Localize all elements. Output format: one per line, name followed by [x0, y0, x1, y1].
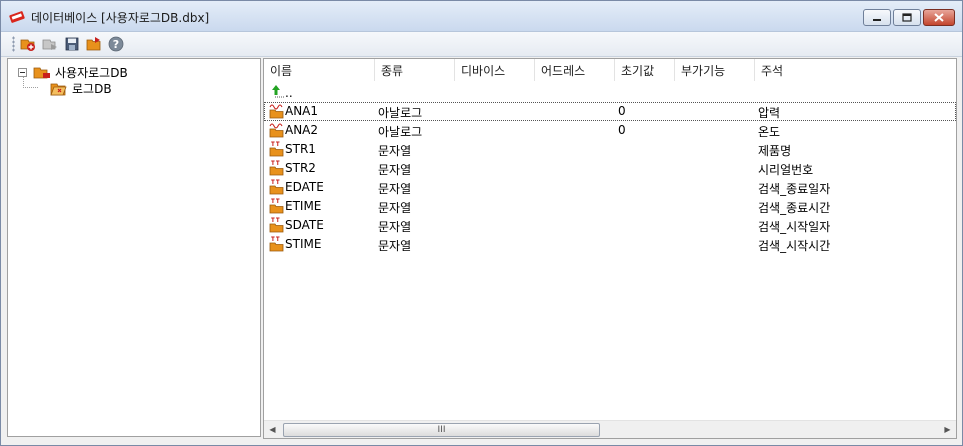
tag-name-cell: ETIME — [285, 199, 322, 213]
tag-comment-cell: 검색_종료시간 — [758, 201, 831, 215]
table-row[interactable]: EDATE 문자열 검색_종료일자 — [264, 178, 956, 197]
maximize-icon — [902, 13, 912, 22]
tag-comment-cell: 온도 — [758, 125, 781, 139]
add-icon — [20, 39, 35, 51]
database-window: 데이터베이스 [사용자로그DB.dbx] ? 사용자로그DB 로그DB 이름 종… — [0, 0, 963, 446]
scroll-thumb[interactable]: III — [283, 423, 600, 437]
minimize-button[interactable] — [863, 9, 891, 26]
tag-initial-value-cell: 0 — [618, 123, 626, 137]
help-button[interactable]: ? — [107, 35, 125, 53]
log-db-folder-icon — [50, 83, 67, 95]
tag-type-cell: 아날로그 — [378, 106, 423, 120]
database-folder-icon — [33, 67, 50, 78]
scroll-left-button[interactable]: ◀ — [264, 421, 281, 438]
string-tag-icon — [269, 160, 284, 176]
tree-child-label: 로그DB — [72, 82, 112, 96]
column-header-type[interactable]: 종류 — [375, 59, 455, 81]
list-header: 이름 종류 디바이스 어드레스 초기값 부가기능 주석 — [264, 59, 956, 81]
toolbar-grip[interactable] — [12, 36, 15, 52]
open-button[interactable] — [85, 35, 103, 53]
toolbar: ? — [1, 32, 962, 57]
parent-folder-label: .. — [285, 86, 293, 100]
table-row[interactable]: ANA2 아날로그 0 온도 — [264, 121, 956, 140]
string-tag-icon — [269, 217, 284, 233]
string-tag-icon — [269, 141, 284, 157]
tag-name-cell: ANA2 — [285, 123, 319, 137]
tag-type-cell: 문자열 — [378, 220, 412, 234]
tree-child-node[interactable]: 로그DB — [50, 80, 112, 97]
tag-name-cell: STIME — [285, 237, 322, 251]
tag-name-cell: EDATE — [285, 180, 324, 194]
tree-root-node[interactable]: 사용자로그DB — [18, 64, 128, 81]
send-tag-button[interactable] — [41, 35, 59, 53]
close-icon — [934, 13, 944, 22]
tag-type-cell: 문자열 — [378, 144, 412, 158]
table-row[interactable]: STIME 문자열 검색_시작시간 — [264, 235, 956, 254]
table-row[interactable]: ANA1 아날로그 0 압력 — [264, 102, 956, 121]
tag-type-cell: 문자열 — [378, 239, 412, 253]
tag-type-cell: 문자열 — [378, 182, 412, 196]
horizontal-scrollbar[interactable]: ◀ III ▶ — [264, 420, 956, 438]
tag-type-cell: 문자열 — [378, 163, 412, 177]
column-header-extra-function[interactable]: 부가기능 — [675, 59, 755, 81]
tag-comment-cell: 시리얼번호 — [758, 163, 814, 177]
tag-comment-cell: 검색_시작일자 — [758, 220, 831, 234]
collapse-toggle[interactable] — [18, 68, 27, 77]
save-button[interactable] — [63, 35, 81, 53]
table-row[interactable]: STR1 문자열 제품명 — [264, 140, 956, 159]
save-icon — [65, 37, 79, 51]
tag-comment-cell: 검색_시작시간 — [758, 239, 831, 253]
column-header-comment[interactable]: 주석 — [755, 59, 956, 81]
column-header-initial-value[interactable]: 초기값 — [615, 59, 675, 81]
scroll-right-button[interactable]: ▶ — [939, 421, 956, 438]
column-header-device[interactable]: 디바이스 — [455, 59, 535, 81]
table-row[interactable]: SDATE 문자열 검색_시작일자 — [264, 216, 956, 235]
table-row[interactable]: ETIME 문자열 검색_종료시간 — [264, 197, 956, 216]
tag-name-cell: STR1 — [285, 142, 316, 156]
tag-comment-cell: 제품명 — [758, 144, 792, 158]
parent-folder-row[interactable]: .. — [264, 83, 956, 102]
add-tag-button[interactable] — [19, 35, 37, 53]
svg-text:?: ? — [113, 38, 119, 51]
tag-name-cell: ANA1 — [285, 104, 319, 118]
tag-comment-cell: 압력 — [758, 106, 781, 120]
analog-tag-icon — [269, 104, 284, 119]
tag-comment-cell: 검색_종료일자 — [758, 182, 831, 196]
tag-list: 이름 종류 디바이스 어드레스 초기값 부가기능 주석 .. ANA1 아날로그 0… — [263, 58, 957, 439]
tag-initial-value-cell: 0 — [618, 104, 626, 118]
minimize-icon — [873, 18, 881, 21]
tree-root-label: 사용자로그DB — [55, 66, 128, 80]
scroll-thumb-grip: III — [437, 425, 446, 435]
maximize-button[interactable] — [893, 9, 921, 26]
send-icon — [42, 39, 57, 50]
open-icon — [86, 37, 101, 51]
string-tag-icon — [269, 179, 284, 195]
database-app-icon — [9, 11, 25, 23]
string-tag-icon — [269, 236, 284, 252]
title-bar[interactable]: 데이터베이스 [사용자로그DB.dbx] — [1, 1, 962, 32]
tag-type-cell: 문자열 — [378, 201, 412, 215]
database-tree: 사용자로그DB 로그DB — [7, 58, 261, 437]
help-icon: ? — [108, 36, 124, 52]
tag-type-cell: 아날로그 — [378, 125, 423, 139]
up-arrow-icon — [272, 85, 284, 98]
tag-name-cell: SDATE — [285, 218, 324, 232]
column-header-address[interactable]: 어드레스 — [535, 59, 615, 81]
table-row[interactable]: STR2 문자열 시리얼번호 — [264, 159, 956, 178]
string-tag-icon — [269, 198, 284, 214]
column-header-name[interactable]: 이름 — [264, 59, 375, 81]
close-button[interactable] — [923, 9, 955, 26]
tag-name-cell: STR2 — [285, 161, 316, 175]
analog-tag-icon — [269, 123, 284, 138]
window-title: 데이터베이스 [사용자로그DB.dbx] — [31, 11, 210, 25]
